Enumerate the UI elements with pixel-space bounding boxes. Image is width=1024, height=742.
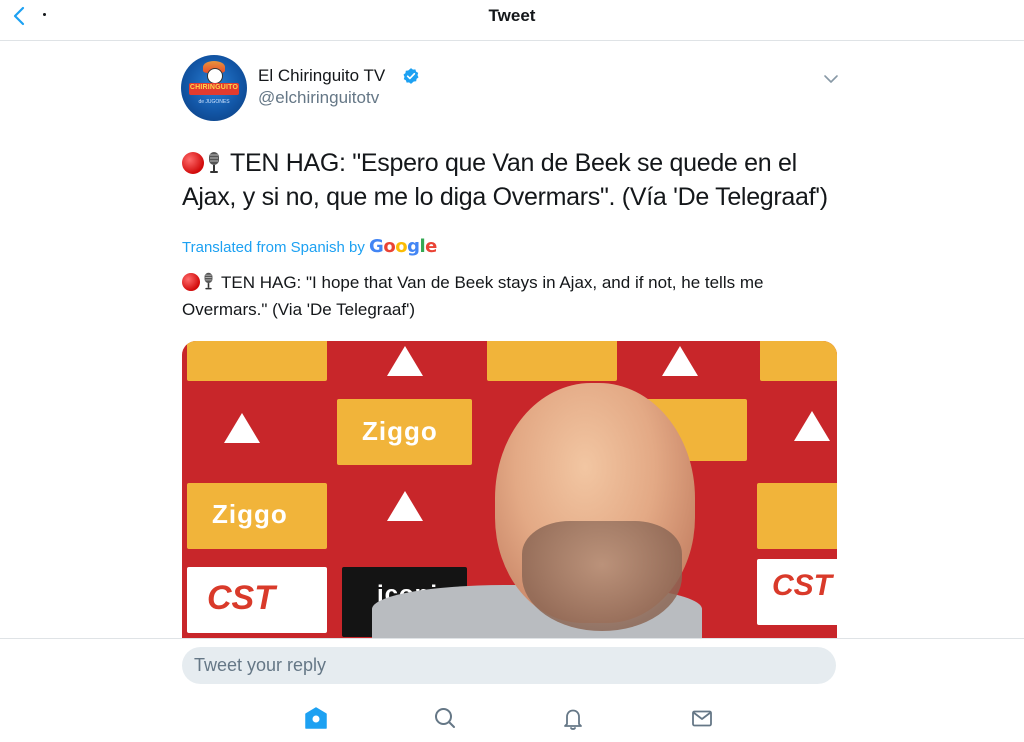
- translated-text-content: TEN HAG: "I hope that Van de Beek stays …: [182, 273, 764, 319]
- translated-text: TEN HAG: "I hope that Van de Beek stays …: [182, 269, 832, 323]
- adidas-logo: [794, 411, 830, 441]
- adidas-logo: [662, 346, 698, 376]
- avatar-ball: [207, 68, 223, 84]
- microphone-emoji-icon: [204, 272, 213, 290]
- messages-mail-icon[interactable]: [688, 704, 716, 732]
- chevron-down-icon[interactable]: [822, 72, 840, 84]
- google-logo: Google: [369, 236, 437, 257]
- sponsor-board: [642, 399, 747, 461]
- iconix-text: iconix: [377, 581, 453, 608]
- reply-placeholder: Tweet your reply: [194, 655, 327, 675]
- ziggo-text: Ziggo: [362, 416, 438, 446]
- home-icon[interactable]: [302, 704, 330, 732]
- tweet-text-content: TEN HAG: "Espero que Van de Beek se qued…: [182, 149, 828, 211]
- avatar-subtext: de JUGONES: [198, 99, 230, 105]
- adidas-logo: [224, 413, 260, 443]
- sponsor-board: [757, 483, 837, 549]
- avatar-logo-text: CHIRINGUITO: [189, 84, 239, 91]
- verified-badge-icon: [402, 67, 420, 85]
- search-icon[interactable]: [431, 704, 459, 732]
- tweet-photo[interactable]: Ziggo Ziggo CST iconix CST: [182, 341, 837, 639]
- microphone-emoji-icon: [209, 152, 219, 173]
- sponsor-board: [760, 341, 837, 381]
- ziggo-text: Ziggo: [212, 499, 288, 529]
- adidas-logo: [387, 346, 423, 376]
- cst-text: CST: [207, 579, 275, 617]
- author-handle[interactable]: @elchiringuitotv: [258, 88, 379, 108]
- translated-label-text: Translated from Spanish by: [182, 239, 365, 256]
- red-circle-emoji-icon: [182, 273, 200, 291]
- avatar[interactable]: CHIRINGUITO de JUGONES: [181, 55, 247, 121]
- sponsor-board: [487, 341, 617, 381]
- notifications-bell-icon[interactable]: [559, 704, 587, 732]
- adidas-logo: [387, 491, 423, 521]
- sponsor-board: [187, 341, 327, 381]
- tweet-text: TEN HAG: "Espero que Van de Beek se qued…: [182, 146, 842, 214]
- red-circle-emoji-icon: [182, 152, 204, 174]
- cst-text: CST: [772, 569, 832, 602]
- author-display-name[interactable]: El Chiringuito TV: [258, 66, 385, 86]
- top-bar: Tweet: [0, 0, 1024, 41]
- translated-label[interactable]: Translated from Spanish by Google: [182, 236, 437, 257]
- page-title: Tweet: [488, 6, 536, 25]
- reply-input[interactable]: Tweet your reply: [182, 647, 836, 684]
- reply-divider: [0, 638, 1024, 639]
